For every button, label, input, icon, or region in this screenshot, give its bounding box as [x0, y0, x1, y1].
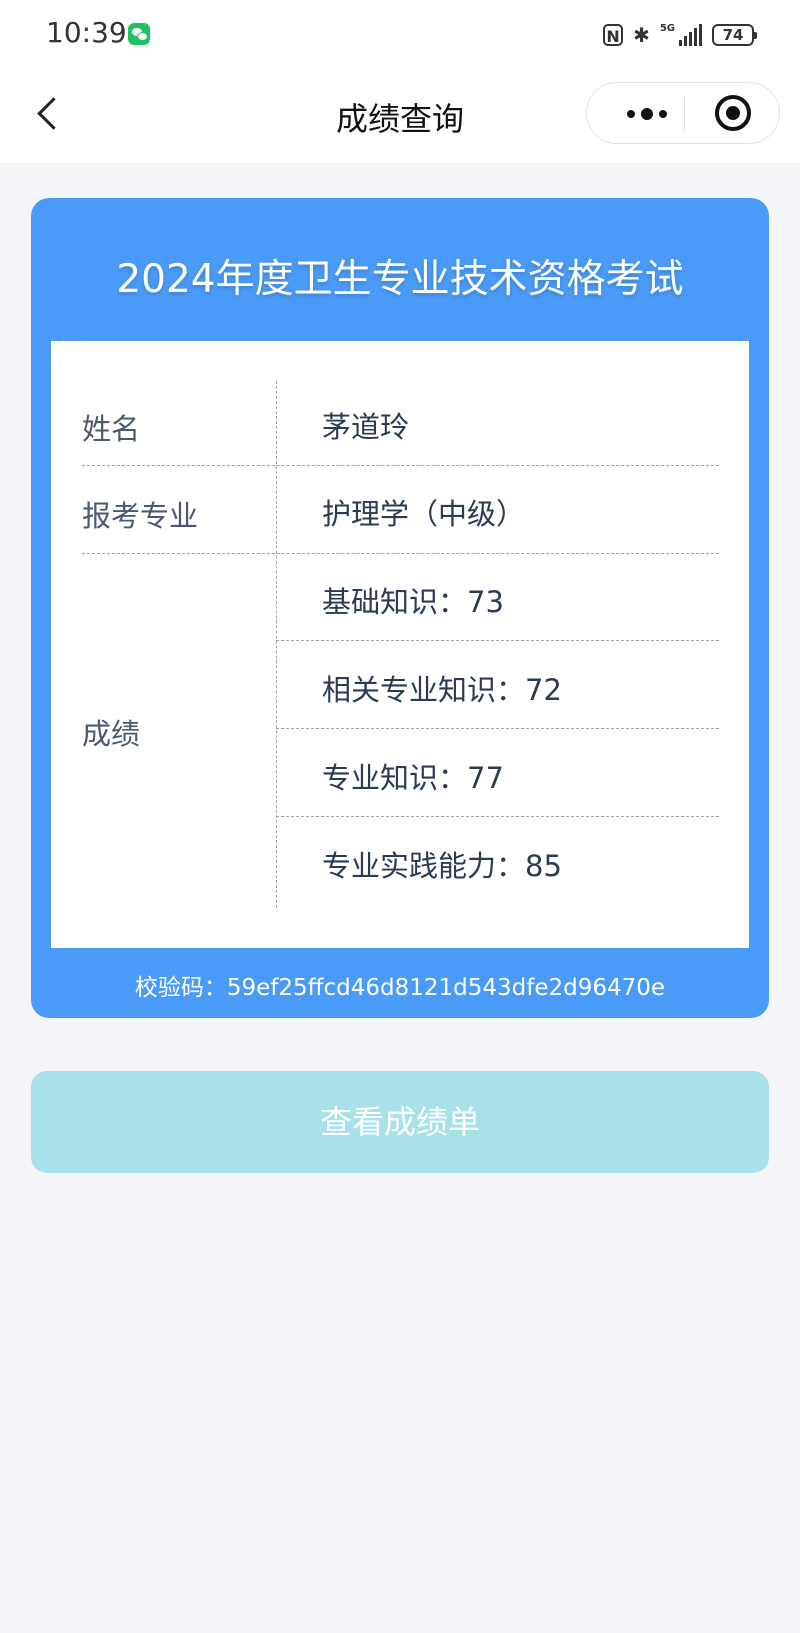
- score-item: 专业知识：77: [322, 761, 504, 795]
- result-table: 姓名 茅道玲 报考专业 护理学（中级） 成绩 基础知识：73 相关专业知识：72…: [51, 341, 749, 948]
- nav-bar: 成绩查询: [0, 70, 800, 163]
- battery-icon: 74: [712, 24, 757, 46]
- exam-title: 2024年度卫生专业技术资格考试: [116, 257, 684, 302]
- nfc-icon: N: [603, 24, 624, 46]
- score-item: 专业实践能力：85: [322, 849, 562, 883]
- name-label: 姓名: [82, 412, 141, 446]
- row-divider: [276, 816, 719, 817]
- capsule-divider: [684, 97, 685, 131]
- status-time: 10:39: [46, 16, 127, 49]
- score-item: 相关专业知识：72: [322, 673, 562, 707]
- check-code: 校验码：59ef25ffcd46d8121d543dfe2d96470e: [134, 975, 666, 1001]
- more-icon[interactable]: [615, 99, 679, 129]
- score-label: 成绩: [82, 717, 141, 751]
- signal-icon: 5G: [660, 24, 702, 46]
- column-divider: [276, 381, 277, 908]
- row-divider: [276, 640, 719, 641]
- wechat-notification-icon: [128, 23, 150, 45]
- row-divider: [276, 728, 719, 729]
- row-divider: [82, 465, 719, 466]
- network-type: 5G: [659, 23, 675, 34]
- status-icons: N ✱ 5G 74: [603, 20, 757, 50]
- name-value: 茅道玲: [322, 410, 410, 444]
- score-item: 基础知识：73: [322, 585, 504, 619]
- miniprogram-capsule: [586, 82, 780, 144]
- bluetooth-icon: ✱: [633, 23, 650, 47]
- row-divider: [82, 553, 719, 554]
- close-miniprogram-icon[interactable]: [715, 95, 751, 131]
- major-label: 报考专业: [82, 499, 199, 533]
- status-bar: 10:39 N ✱ 5G 74: [0, 0, 800, 70]
- view-transcript-button[interactable]: 查看成绩单: [31, 1071, 769, 1173]
- result-card: 2024年度卫生专业技术资格考试 姓名 茅道玲 报考专业 护理学（中级） 成绩 …: [31, 198, 769, 1018]
- major-value: 护理学（中级）: [322, 497, 526, 531]
